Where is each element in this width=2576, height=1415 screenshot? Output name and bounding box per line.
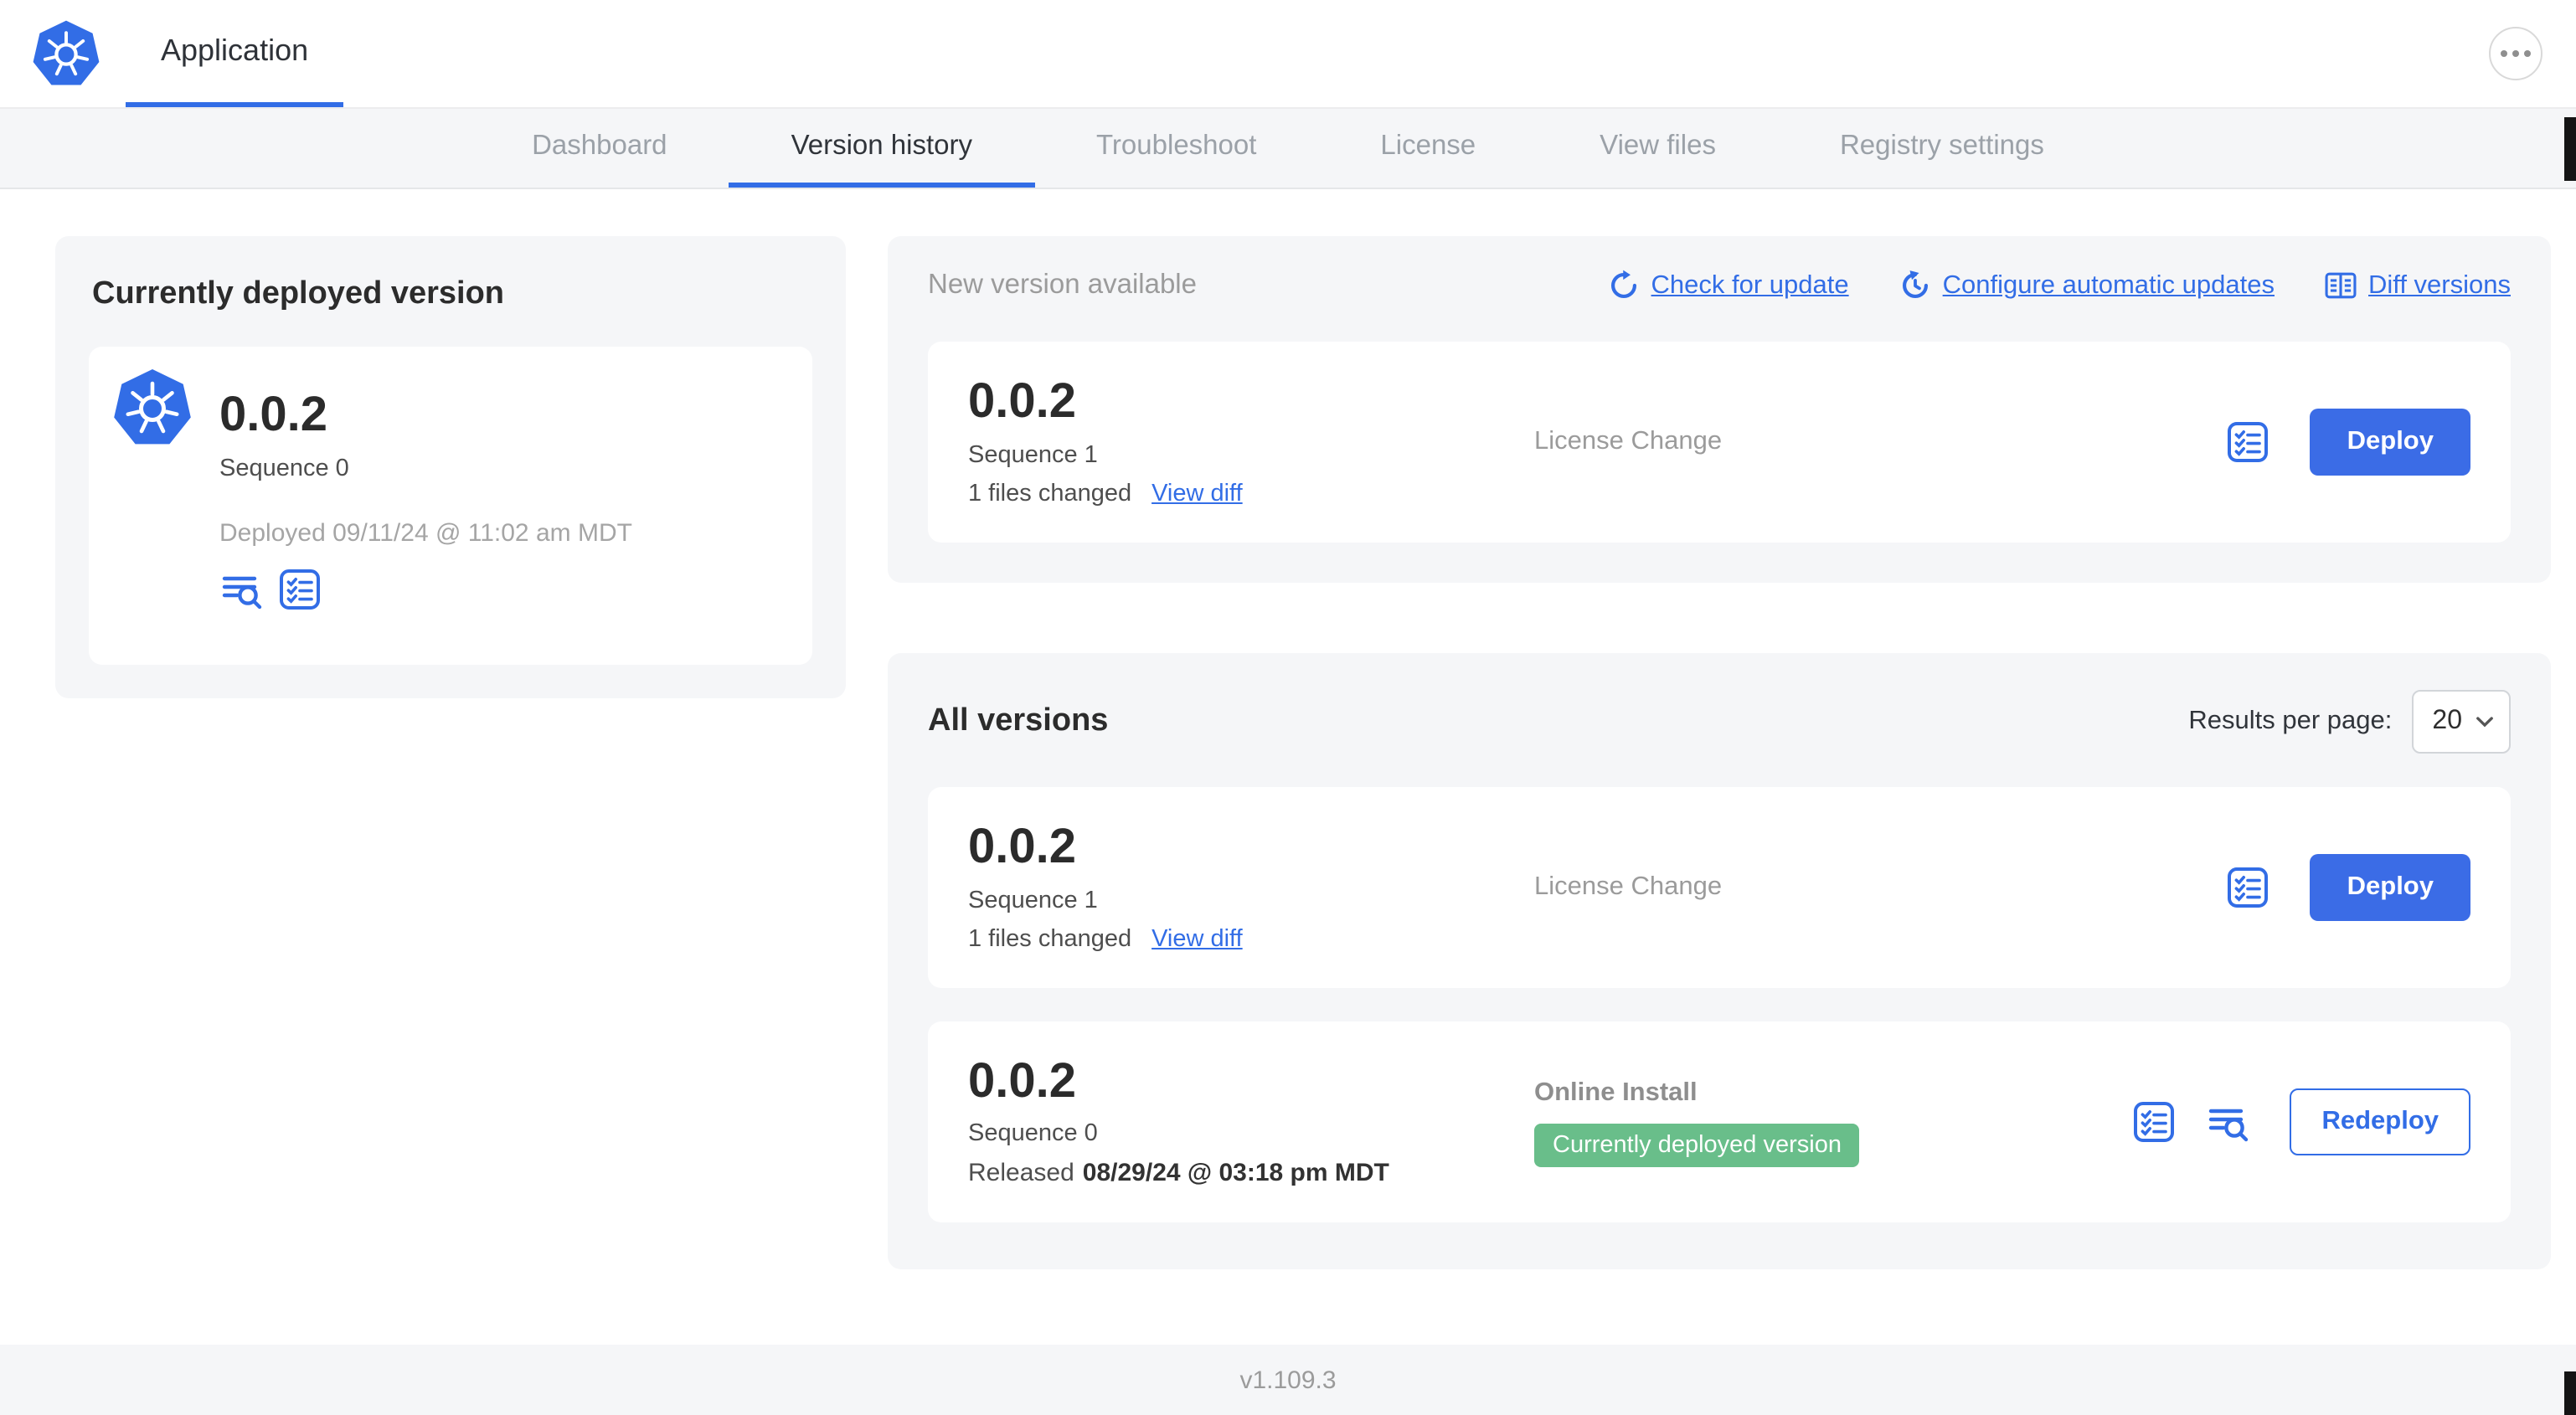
results-per-page-label: Results per page: <box>2188 707 2393 735</box>
nav-tab-view-files[interactable]: View files <box>1538 109 1778 188</box>
currently-deployed-title: Currently deployed version <box>92 276 505 311</box>
app-icon <box>111 367 194 450</box>
configure-automatic-updates-link[interactable]: Configure automatic updates <box>1899 270 2275 301</box>
configure-automatic-updates-label: Configure automatic updates <box>1942 270 2275 299</box>
refresh-icon <box>1608 270 1640 301</box>
preflight-checks-icon[interactable] <box>278 568 322 611</box>
ellipsis-dot <box>2524 50 2531 57</box>
nav-tab-troubleshoot[interactable]: Troubleshoot <box>1034 109 1318 188</box>
released-date: 08/29/24 @ 03:18 pm MDT <box>1082 1159 1389 1188</box>
files-changed-label: 1 files changed <box>968 480 1132 507</box>
version-row: 0.0.2 Sequence 0 Released 08/29/24 @ 03:… <box>928 1021 2511 1222</box>
new-version-card: 0.0.2 Sequence 1 1 files changed View di… <box>928 342 2511 543</box>
diff-versions-label: Diff versions <box>2368 270 2511 299</box>
nav-tab-dashboard[interactable]: Dashboard <box>470 109 729 188</box>
app-nav: Dashboard Version history Troubleshoot L… <box>0 109 2576 189</box>
preflight-checks-icon[interactable] <box>2227 420 2270 464</box>
app-tab-label: Application <box>161 33 309 67</box>
redeploy-button[interactable]: Redeploy <box>2290 1088 2470 1155</box>
view-diff-link[interactable]: View diff <box>1151 926 1243 953</box>
sequence-label: Sequence 1 <box>968 887 1098 914</box>
version-row: 0.0.2 Sequence 1 1 files changed View di… <box>928 787 2511 988</box>
preflight-checks-icon[interactable] <box>2227 866 2270 909</box>
auto-update-clock-icon <box>1899 270 1931 301</box>
results-per-page-select[interactable]: 20 <box>2412 690 2511 754</box>
top-header: Application <box>0 0 2576 109</box>
new-version-panel: New version available Check for update C… <box>888 236 2551 583</box>
version-number: 0.0.2 <box>968 1054 1076 1109</box>
new-version-title: New version available <box>928 270 1197 300</box>
deployed-version-card: 0.0.2 Sequence 0 Deployed 09/11/24 @ 11:… <box>89 347 812 665</box>
console-version-label: v1.109.3 <box>1239 1366 1337 1394</box>
results-per-page-value: 20 <box>2432 707 2462 735</box>
diff-versions-link[interactable]: Diff versions <box>2325 270 2511 301</box>
version-source-label: License Change <box>1534 427 1723 455</box>
tab-application[interactable]: Application <box>126 0 344 107</box>
all-versions-title: All versions <box>928 703 1109 738</box>
version-number: 0.0.2 <box>968 375 1076 430</box>
all-versions-panel: All versions Results per page: 20 0.0.2 … <box>888 653 2551 1269</box>
deploy-button[interactable]: Deploy <box>2310 409 2470 476</box>
more-options-button[interactable] <box>2489 27 2543 80</box>
scrollbar-thumb[interactable] <box>2564 1371 2576 1415</box>
nav-tab-license[interactable]: License <box>1318 109 1538 188</box>
preflight-checks-icon[interactable] <box>2132 1100 2176 1144</box>
ellipsis-dot <box>2501 50 2507 57</box>
currently-deployed-panel: Currently deployed version 0.0.2 Sequenc… <box>55 236 846 698</box>
check-for-update-link[interactable]: Check for update <box>1608 270 1849 301</box>
kubernetes-logo-icon <box>30 0 102 107</box>
nav-tab-version-history[interactable]: Version history <box>729 109 1034 188</box>
scrollbar-thumb[interactable] <box>2564 117 2576 181</box>
sequence-label: Sequence 1 <box>968 441 1098 469</box>
version-source-label: Online Install <box>1534 1078 1698 1106</box>
deployed-sequence-label: Sequence 0 <box>219 455 349 482</box>
deployed-date-label: Deployed 09/11/24 @ 11:02 am MDT <box>219 518 632 548</box>
ellipsis-dot <box>2512 50 2519 57</box>
diff-table-icon <box>2325 270 2357 301</box>
view-diff-link[interactable]: View diff <box>1151 481 1243 507</box>
deployed-version-number: 0.0.2 <box>219 388 327 442</box>
app-footer: v1.109.3 <box>0 1345 2576 1415</box>
main-content: Currently deployed version 0.0.2 Sequenc… <box>0 189 2576 1269</box>
currently-deployed-badge: Currently deployed version <box>1534 1123 1860 1166</box>
check-for-update-label: Check for update <box>1651 270 1849 299</box>
view-logs-icon[interactable] <box>2206 1100 2249 1144</box>
files-changed-label: 1 files changed <box>968 925 1132 953</box>
sequence-label: Sequence 0 <box>968 1120 1098 1148</box>
chevron-down-icon <box>2476 715 2494 728</box>
deploy-button[interactable]: Deploy <box>2310 854 2470 921</box>
version-source-label: License Change <box>1534 872 1723 901</box>
released-label: Released <box>968 1159 1074 1188</box>
nav-tab-registry-settings[interactable]: Registry settings <box>1778 109 2106 188</box>
admin-console-page: Application Dashboard Version history Tr… <box>0 0 2576 1415</box>
version-number: 0.0.2 <box>968 821 1076 875</box>
view-logs-icon[interactable] <box>219 568 263 611</box>
